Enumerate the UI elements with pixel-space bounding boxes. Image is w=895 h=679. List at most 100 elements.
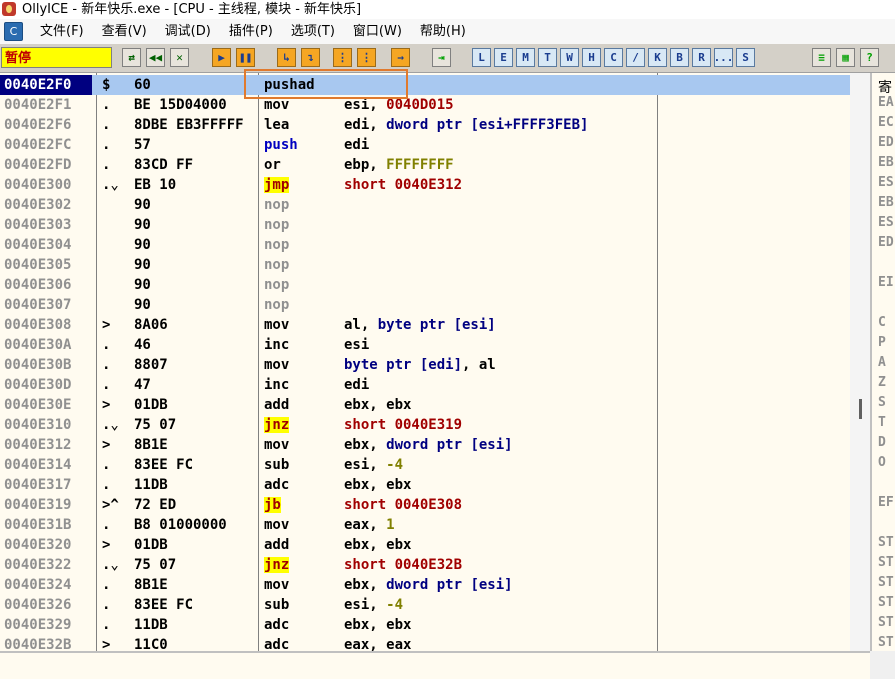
menu-file[interactable]: 文件(F) [31,19,93,44]
instruction-address: 0040E308 [4,317,72,333]
menu-plugins[interactable]: 插件(P) [220,19,282,44]
register-label: P [878,335,886,350]
jump-indicator: >^ [102,497,119,513]
window-button-4[interactable]: T [538,48,557,67]
window-button-2[interactable]: E [494,48,513,67]
instruction-operands: ebx, ebx [344,535,844,555]
jump-indicator: . [102,97,111,113]
instruction-row[interactable]: 0040E300 .⌄ EB 10 jmp short 0040E312 [0,175,850,195]
list-icon[interactable]: ≡ [812,48,831,67]
menu-help[interactable]: 帮助(H) [411,19,475,44]
instruction-row[interactable]: 0040E319 >^ 72 ED jb short 0040E308 [0,495,850,515]
instruction-row[interactable]: 0040E302 90 nop [0,195,850,215]
instruction-row[interactable]: 0040E329. 11DB adc ebx, ebx [0,615,850,635]
disassembly-scrollbar[interactable] [850,73,870,651]
scrollbar-thumb[interactable] [859,399,862,419]
instruction-row[interactable]: 0040E30D. 47 inc edi [0,375,850,395]
instruction-row[interactable]: 0040E30A. 46 inc esi [0,335,850,355]
instruction-row[interactable]: 0040E312 >8B1E mov ebx, dword ptr [esi] [0,435,850,455]
register-label: EB [878,155,894,170]
operand-text: edi, [344,117,387,133]
step-into-icon[interactable]: ↳ [277,48,296,67]
instruction-row[interactable]: 0040E2FD. 83CD FF or ebp, FFFFFFFF [0,155,850,175]
instruction-row[interactable]: 0040E31B. B8 01000000 mov eax, 1 [0,515,850,535]
open-icon[interactable]: ⇄ [122,48,141,67]
instruction-row[interactable]: 0040E306 90 nop [0,275,850,295]
window-button-6[interactable]: H [582,48,601,67]
menu-view[interactable]: 查看(V) [93,19,156,44]
instruction-row[interactable]: 0040E32B >11C0 adc eax, eax [0,635,850,651]
mnemonic-text: add [264,537,290,553]
instruction-row[interactable]: 0040E310 .⌄ 75 07 jnz short 0040E319 [0,415,850,435]
instruction-row[interactable]: 0040E2F6. 8DBE EB3FFFFF lea edi, dword ptr … [0,115,850,135]
help-icon[interactable]: ? [860,48,879,67]
goto-icon[interactable]: ⇥ [432,48,451,67]
instruction-mnemonic: adc [264,475,340,495]
jump-indicator: . [102,337,111,353]
step-over-icon[interactable]: ↴ [301,48,320,67]
instruction-hex: 60 [134,77,151,93]
instruction-mnemonic: add [264,395,340,415]
run-icon[interactable]: ▶ [212,48,231,67]
instruction-operands: ebx, ebx [344,475,844,495]
window-button-3[interactable]: M [516,48,535,67]
window-button-11[interactable]: R [692,48,711,67]
instruction-row[interactable]: 0040E2FC. 57 push edi [0,135,850,155]
instruction-row[interactable]: 0040E320 >01DB add ebx, ebx [0,535,850,555]
selected-instruction-row[interactable]: 0040E2F0 $60 pushad [0,75,850,95]
menu-window[interactable]: 窗口(W) [344,19,411,44]
window-button-9[interactable]: K [648,48,667,67]
jump-indicator [102,215,132,235]
toolbar: 暂停 ⇄ ◀◀ ✕ ▶ ❚❚ ↳ ↴ ⋮ ⋮ → ⇥ L E M T W H C / K B R... S ≡ ▦? [0,44,895,73]
instruction-row[interactable]: 0040E326. 83EE FC sub esi, -4 [0,595,850,615]
window-button-7[interactable]: C [604,48,623,67]
operand-text: , al [462,357,496,373]
system-menu-icon[interactable]: C [4,22,23,41]
instruction-row[interactable]: 0040E307 90 nop [0,295,850,315]
mnemonic-text: nop [264,257,290,273]
window-button-13[interactable]: S [736,48,755,67]
instruction-row[interactable]: 0040E304 90 nop [0,235,850,255]
instruction-row[interactable]: 0040E30E >01DB add ebx, ebx [0,395,850,415]
instruction-row[interactable]: 0040E303 90 nop [0,215,850,235]
operand-text: ebx, [344,577,387,593]
instruction-row[interactable]: 0040E2F1. BE 15D04000 mov esi, 0040D015 [0,95,850,115]
instruction-row[interactable]: 0040E324. 8B1E mov ebx, dword ptr [esi] [0,575,850,595]
instruction-row[interactable]: 0040E308 >8A06 mov al, byte ptr [esi] [0,315,850,335]
window-button-12[interactable]: ... [714,48,733,67]
instruction-row[interactable]: 0040E322 .⌄ 75 07 jnz short 0040E32B [0,555,850,575]
operand-text: short 0040E32B [344,557,463,573]
instruction-hex: 8B1E [134,577,168,593]
execute-till-return-icon[interactable]: → [391,48,410,67]
mnemonic-text: nop [264,297,290,313]
instruction-address: 0040E2F0 [0,75,92,95]
instruction-row[interactable]: 0040E305 90 nop [0,255,850,275]
instruction-mnemonic: mov [264,575,340,595]
window-button-5[interactable]: W [560,48,579,67]
mnemonic-text: mov [264,357,290,373]
close-icon[interactable]: ✕ [170,48,189,67]
instruction-address: 0040E30A [4,337,72,353]
debug-status: 暂停 [1,47,112,68]
instruction-hex: 57 [134,137,151,153]
instruction-row[interactable]: 0040E317. 11DB adc ebx, ebx [0,475,850,495]
window-button-10[interactable]: B [670,48,689,67]
registers-pane[interactable]: 寄 EA EC ED EB ES EB ES ED EI C P A Z S T D O EF ST ST ST ST ST… [870,73,895,651]
instruction-operands [344,75,844,95]
instruction-row[interactable]: 0040E314. 83EE FC sub esi, -4 [0,455,850,475]
appearance-icon[interactable]: ▦ [836,48,855,67]
restart-icon[interactable]: ◀◀ [146,48,165,67]
menu-debug[interactable]: 调试(D) [156,19,220,44]
register-label: A [878,355,886,370]
disassembly-pane[interactable]: 0040E2F0 $60 pushad 0040E2F1. BE 15D04000 mov… [0,73,850,651]
trace-into-icon[interactable]: ⋮ [333,48,352,67]
trace-over-icon[interactable]: ⋮ [357,48,376,67]
pause-icon[interactable]: ❚❚ [236,48,255,67]
jump-indicator: . [102,457,111,473]
menu-options[interactable]: 选项(T) [282,19,344,44]
mnemonic-text: lea [264,117,290,133]
instruction-row[interactable]: 0040E30B. 8807 mov byte ptr [edi], al [0,355,850,375]
window-button-8[interactable]: / [626,48,645,67]
instruction-hex: 01DB [134,397,168,413]
window-button-1[interactable]: L [472,48,491,67]
